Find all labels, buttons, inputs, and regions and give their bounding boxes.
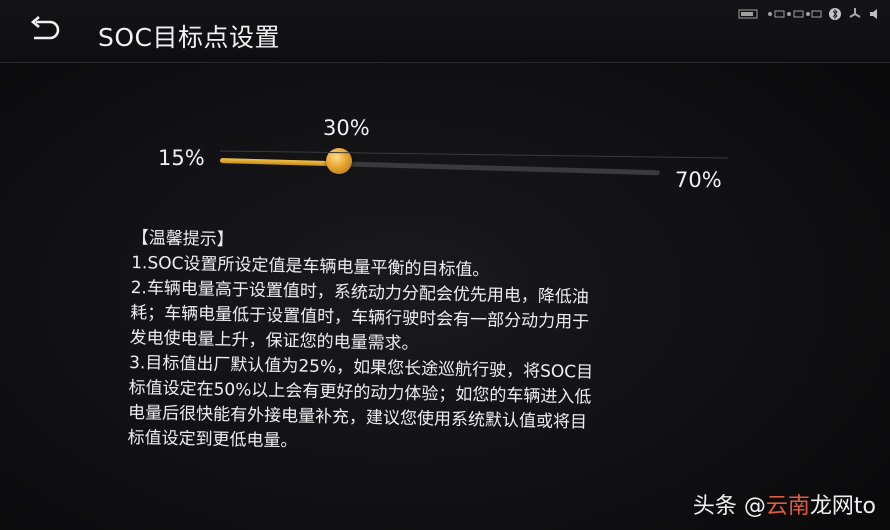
slider-max-label: 70% xyxy=(675,168,722,192)
header-bar: SOC目标点设置 xyxy=(0,0,890,63)
status-bar xyxy=(738,5,882,23)
watermark: 头条 @云南龙网to xyxy=(693,488,876,520)
soc-slider-fill xyxy=(219,158,340,167)
signal-indicator-icon xyxy=(768,10,822,18)
watermark-prefix: 头条 @ xyxy=(692,494,766,519)
soc-slider-area: 15% 30% 70% xyxy=(0,62,890,232)
back-button[interactable] xyxy=(26,14,66,48)
screen: SOC目标点设置 15% 30% 70% 【温馨提示】 1.SOC设置所设定值是… xyxy=(0,0,890,530)
soc-slider-track[interactable] xyxy=(219,158,660,176)
watermark-accent: 云南 xyxy=(765,494,810,519)
back-arrow-icon xyxy=(30,16,60,40)
fan-icon xyxy=(849,8,861,18)
slider-min-label: 15% xyxy=(158,146,205,170)
watermark-suffix: 龙网to xyxy=(809,494,876,519)
slider-current-value: 30% xyxy=(323,116,370,140)
tips-panel: 【温馨提示】 1.SOC设置所设定值是车辆电量平衡的目标值。 2.车辆电量高于设… xyxy=(127,226,752,464)
bluetooth-icon xyxy=(829,8,841,20)
battery-indicator-icon xyxy=(738,9,758,19)
page-title: SOC目标点设置 xyxy=(98,23,281,52)
volume-icon xyxy=(870,9,877,19)
